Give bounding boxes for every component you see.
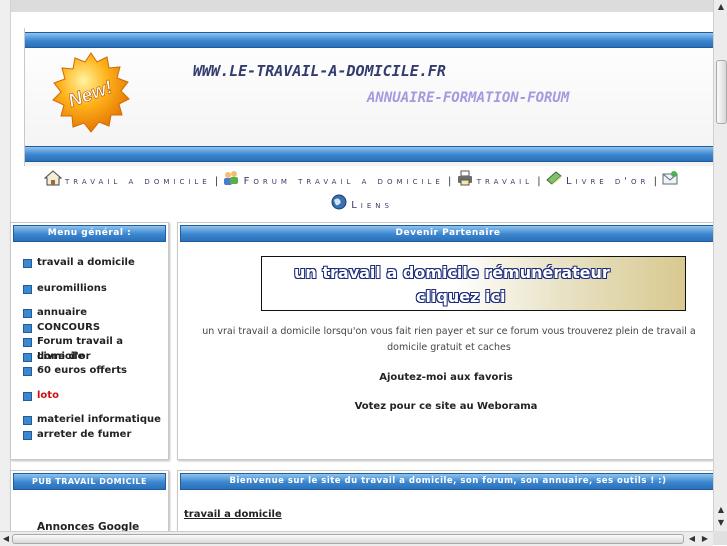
- bullet-square-icon: [23, 391, 32, 401]
- vertical-scroll-thumb[interactable]: [716, 60, 727, 124]
- nav-link-travail[interactable]: travail: [477, 176, 533, 187]
- scrollbar-corner: [713, 531, 727, 545]
- welcome-link[interactable]: travail a domicile: [184, 509, 282, 520]
- bullet-square-icon: [23, 284, 32, 294]
- scroll-up-arrow-icon[interactable]: ▲: [715, 1, 727, 13]
- menu-list: travail a domicile euromillions annuaire…: [11, 256, 168, 442]
- bullet-square-icon: [23, 367, 32, 376]
- bullet-square-icon: [23, 323, 32, 333]
- welcome-title: Bienvenue sur le site du travail a domic…: [180, 473, 713, 490]
- menu-item-materiel-informatique[interactable]: materiel informatique: [11, 413, 168, 428]
- pub-panel: PUB TRAVAIL DOMICILE Annonces Google: [10, 470, 169, 531]
- menu-item-60-euros[interactable]: 60 euros offerts: [11, 364, 168, 379]
- scroll-left-arrow-icon[interactable]: ◀: [0, 533, 12, 545]
- new-badge-icon: New!: [52, 52, 130, 133]
- ad-banner-headline: un travail a domicile rémunérateur: [294, 263, 610, 282]
- home-icon: [43, 170, 63, 186]
- ad-banner-cta: cliquez ici: [416, 287, 506, 306]
- scroll-down-arrow-icon[interactable]: ▼: [715, 517, 727, 529]
- bullet-square-icon: [23, 352, 32, 362]
- horizontal-scroll-thumb[interactable]: [12, 534, 684, 544]
- partner-panel: Devenir Partenaire un travail a domicile…: [177, 222, 713, 460]
- menu-item-forum[interactable]: Forum travail a domicile: [11, 335, 168, 362]
- top-frame-strip: [0, 0, 713, 12]
- header-top-bar: [25, 32, 713, 48]
- add-favorites-link[interactable]: Ajoutez-moi aux favoris: [178, 372, 713, 383]
- vote-weborama-link[interactable]: Votez pour ce site au Weborama: [178, 401, 713, 412]
- nav-link-forum[interactable]: Forum travail a domicile: [244, 176, 444, 187]
- vertical-scrollbar[interactable]: ▲ ▲ ▼: [713, 0, 727, 531]
- scroll-right-arrow-icon[interactable]: ▶: [699, 533, 711, 545]
- scroll-left-arrow-icon[interactable]: ◀: [686, 533, 698, 545]
- menu-item-annuaire[interactable]: annuaire: [11, 306, 168, 321]
- site-header-banner: New! WWW.LE-TRAVAIL-A-DOMICILE.FR ANNUAI…: [24, 28, 713, 166]
- globe-icon: [330, 194, 348, 210]
- bullet-square-icon: [23, 430, 32, 440]
- menu-item-euromillions[interactable]: euromillions: [11, 282, 168, 297]
- scroll-up-arrow-icon[interactable]: ▲: [715, 504, 727, 516]
- bullet-square-icon: [23, 309, 32, 318]
- top-navigation: travail a domicile | Forum travail a dom…: [10, 170, 713, 218]
- ad-banner[interactable]: un travail a domicile rémunérateur cliqu…: [261, 256, 686, 311]
- nav-link-liens[interactable]: Liens: [351, 200, 393, 211]
- welcome-panel: Bienvenue sur le site du travail a domic…: [177, 470, 713, 531]
- book-icon: [545, 170, 563, 186]
- menu-title: Menu général :: [13, 225, 166, 242]
- nav-link-travail-a-domicile[interactable]: travail a domicile: [65, 176, 211, 187]
- main-menu-panel: Menu général : travail a domicile euromi…: [10, 222, 169, 460]
- bullet-square-icon: [23, 259, 32, 268]
- menu-item-livre-dor[interactable]: Livre d'or: [11, 350, 168, 365]
- partner-title: Devenir Partenaire: [180, 225, 713, 242]
- pub-title: PUB TRAVAIL DOMICILE: [13, 473, 166, 490]
- header-bottom-bar: [25, 146, 713, 162]
- mail-icon: [661, 170, 679, 186]
- menu-item-concours[interactable]: CONCOURS: [11, 321, 168, 336]
- bullet-square-icon: [23, 338, 32, 347]
- site-subtitle: ANNUAIRE-FORMATION-FORUM: [367, 90, 570, 106]
- google-ads-label[interactable]: Annonces Google: [37, 521, 139, 531]
- menu-item-arreter-de-fumer[interactable]: arreter de fumer: [11, 428, 168, 443]
- printer-icon: [456, 170, 474, 186]
- bullet-square-icon: [23, 416, 32, 425]
- intro-text: un vrai travail a domicile lorsqu'on vou…: [202, 326, 696, 353]
- horizontal-scrollbar[interactable]: ◀ ◀ ▶: [0, 531, 713, 546]
- users-icon: [222, 170, 240, 186]
- site-url-title: WWW.LE-TRAVAIL-A-DOMICILE.FR: [193, 62, 446, 80]
- menu-item-travail-a-domicile[interactable]: travail a domicile: [11, 256, 168, 271]
- browser-viewport: New! WWW.LE-TRAVAIL-A-DOMICILE.FR ANNUAI…: [0, 0, 713, 531]
- nav-link-livre-dor[interactable]: Livre d'or: [566, 176, 649, 187]
- menu-item-loto[interactable]: loto: [11, 389, 168, 404]
